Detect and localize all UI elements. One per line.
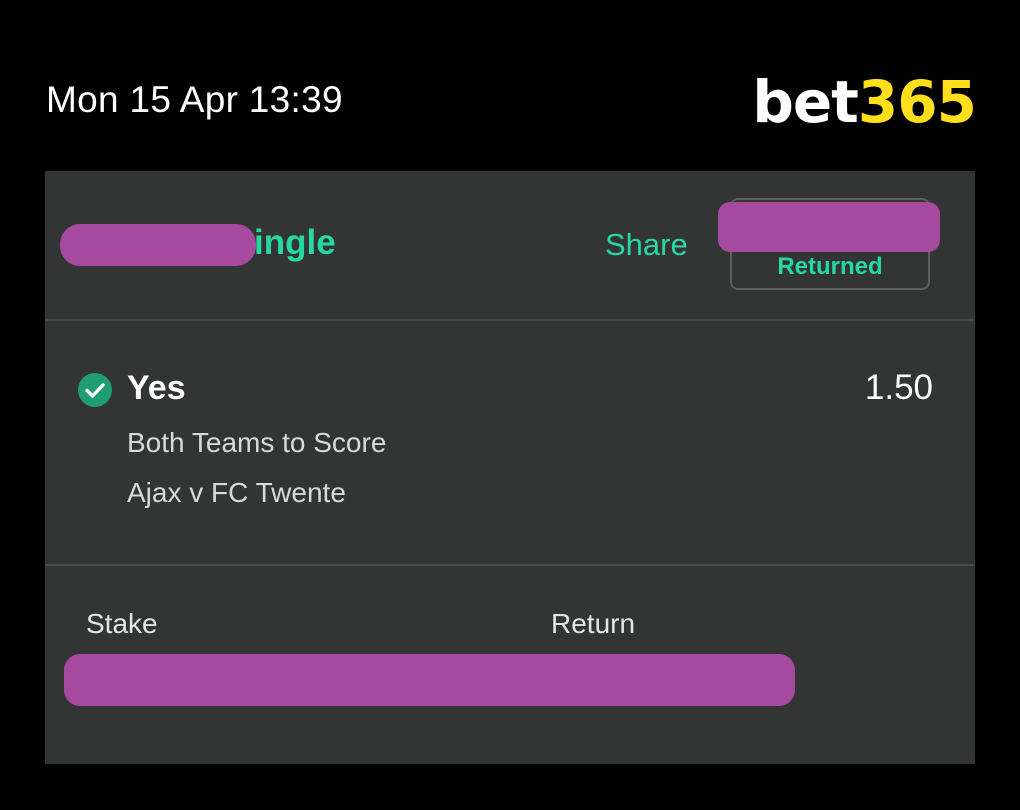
return-label: Return [551, 608, 636, 639]
bet-card-header: ingle Share Returned [45, 171, 975, 321]
check-circle-icon [78, 373, 112, 407]
top-bar: Mon 15 Apr 13:39 bet365 [0, 0, 1020, 170]
datetime: Mon 15 Apr 13:39 [46, 79, 343, 120]
stake-label: Stake [86, 608, 158, 639]
selection-row: Yes 1.50 Both Teams to Score Ajax v FC T… [45, 321, 975, 566]
redaction-mark [718, 202, 940, 252]
bet365-logo: bet365 [752, 68, 977, 136]
bet-status-label: Returned [777, 253, 883, 280]
bet-type-title: ingle [60, 221, 336, 266]
redaction-mark [64, 654, 795, 706]
bet-type-label: ingle [254, 223, 336, 262]
bet-totals: Stake Return [45, 566, 975, 764]
event-name: Ajax v FC Twente [127, 477, 346, 508]
logo-bet-text: bet [752, 68, 859, 136]
market-name: Both Teams to Score [127, 427, 387, 458]
bet-card: ingle Share Returned Yes 1.50 Both Teams… [45, 171, 975, 764]
share-button[interactable]: Share [605, 225, 688, 265]
redaction-mark [60, 223, 256, 266]
logo-number-text: 365 [857, 68, 977, 136]
selection-name: Yes [127, 369, 186, 407]
selection-odds: 1.50 [864, 368, 933, 407]
